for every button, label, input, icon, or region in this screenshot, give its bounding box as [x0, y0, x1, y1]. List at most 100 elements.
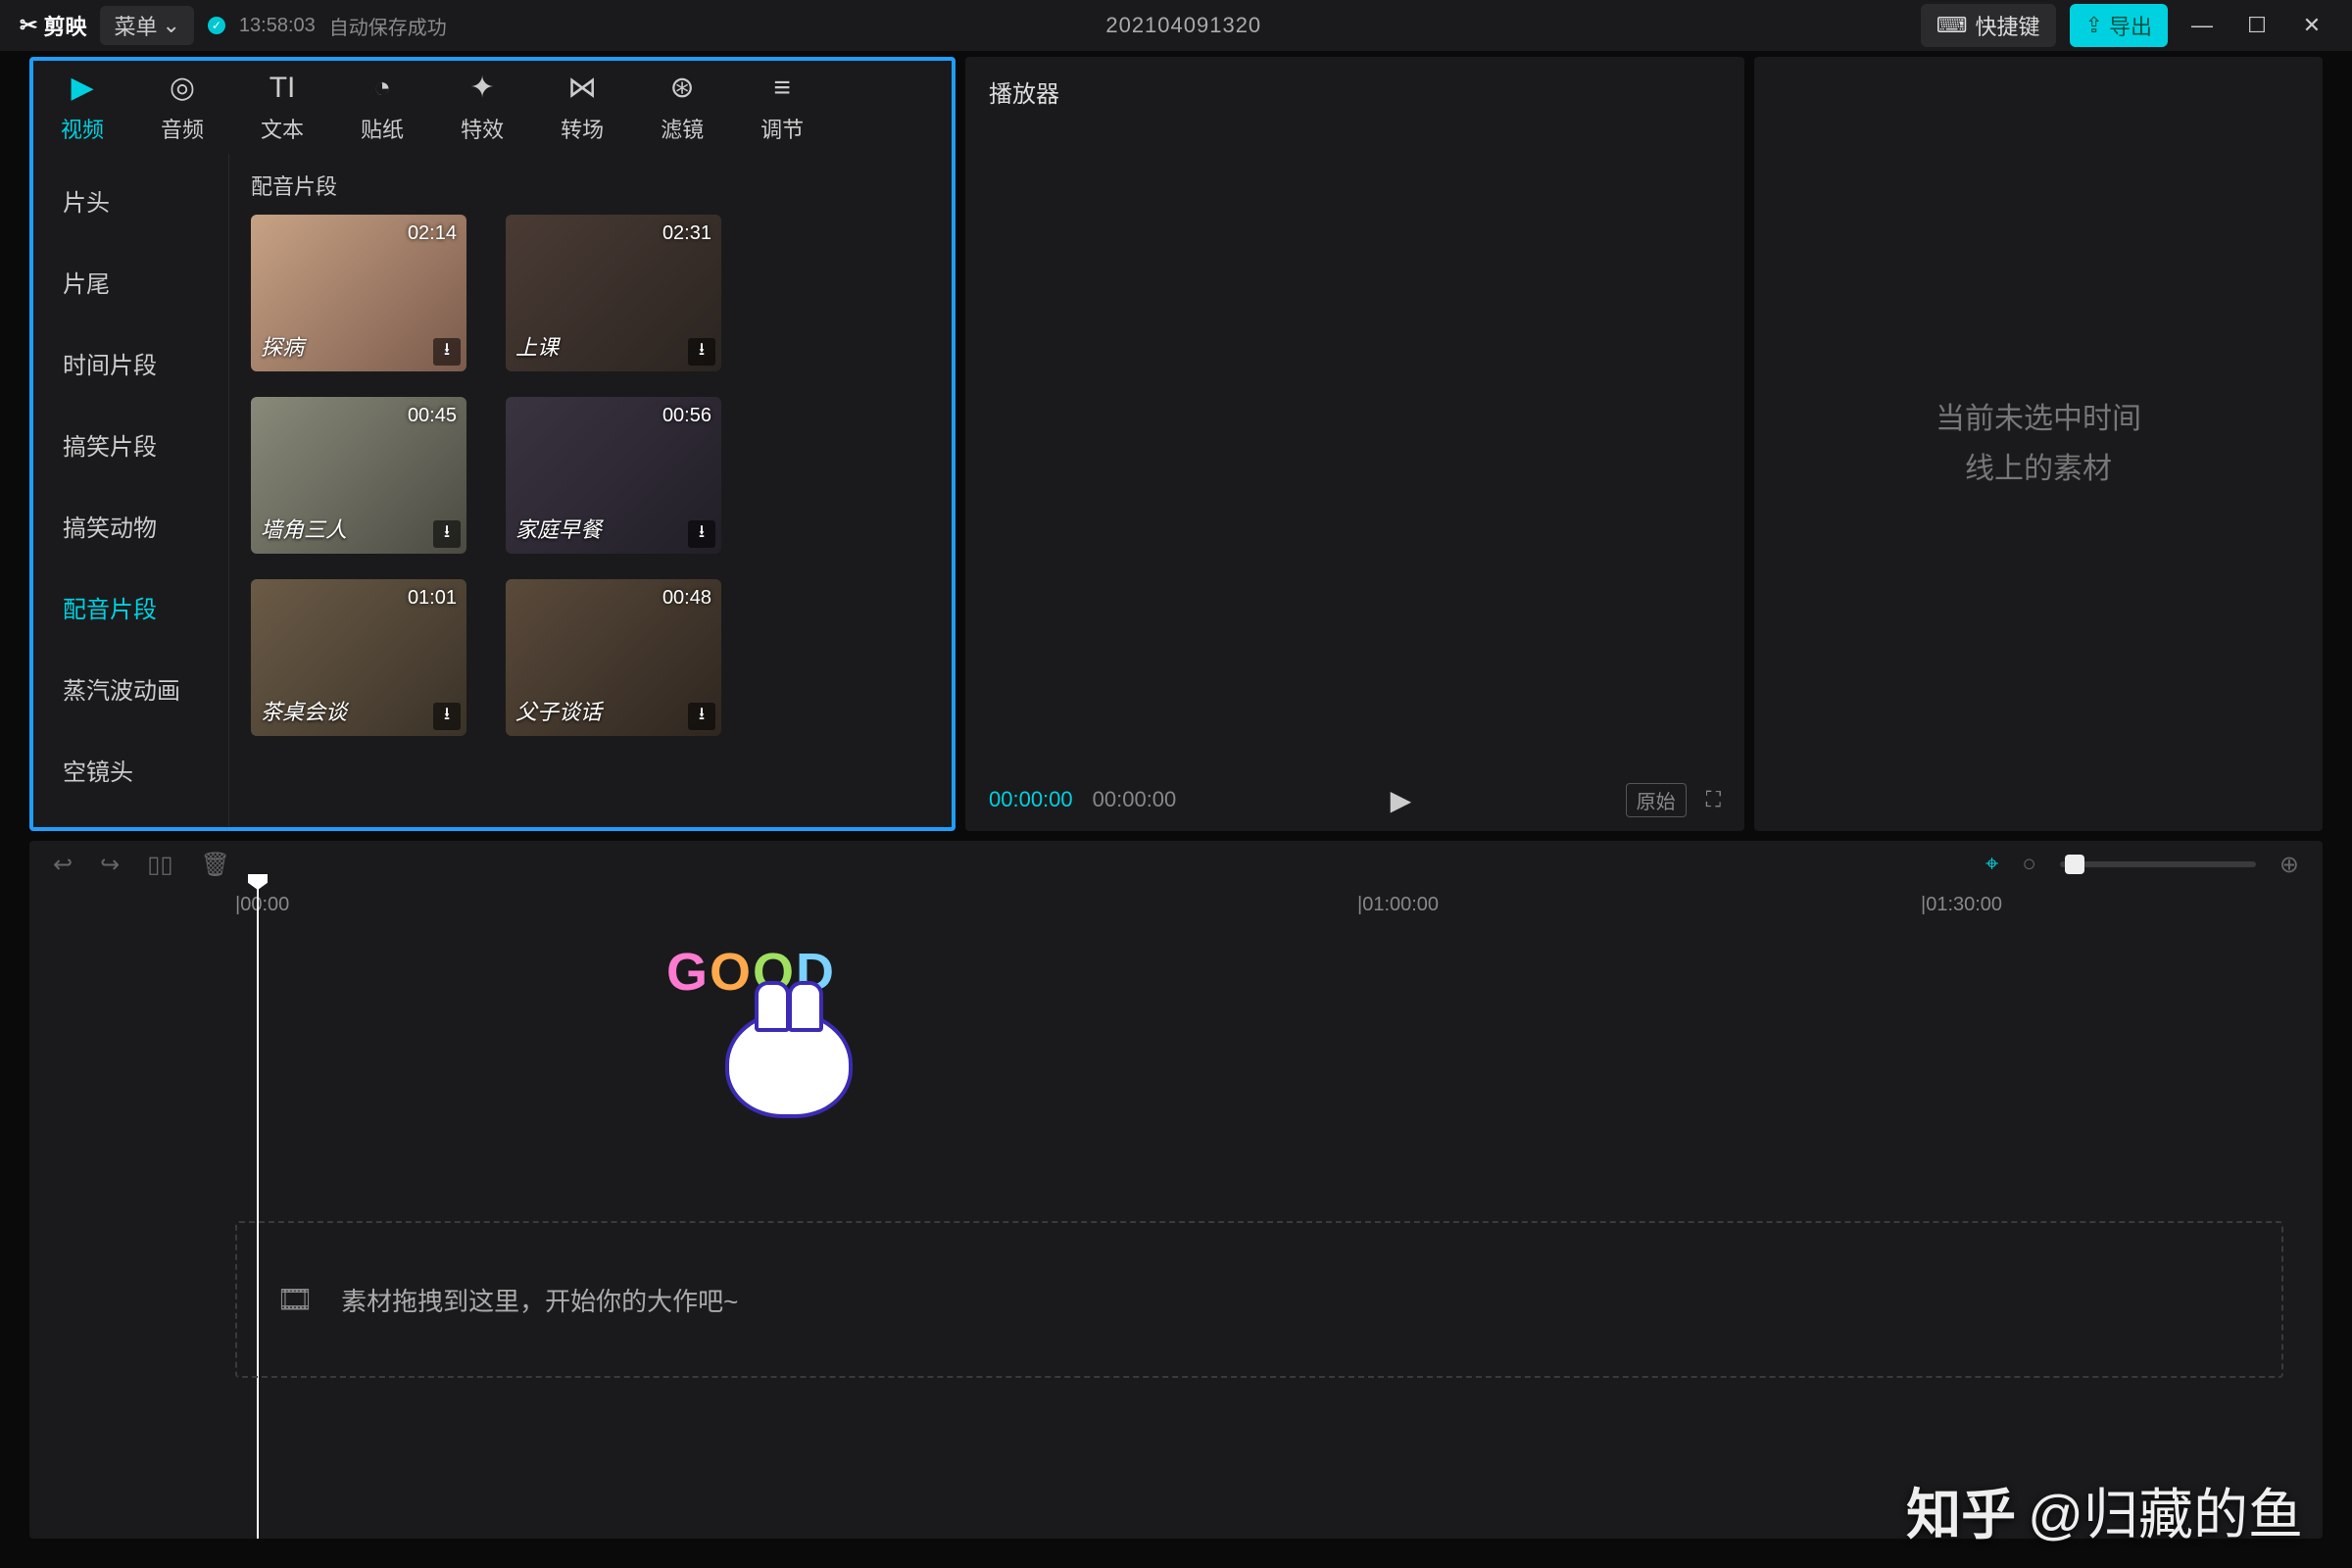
time-current: 00:00:00 — [989, 787, 1073, 812]
redo-button[interactable]: ↪ — [100, 851, 120, 879]
tab-label: 特效 — [461, 113, 504, 144]
media-tab-贴纸[interactable]: ◔ 贴纸 — [361, 72, 404, 144]
category-item[interactable]: 空镜头 — [33, 729, 228, 810]
download-icon[interactable]: ⭳ — [688, 520, 715, 548]
inspector-line2: 线上的素材 — [1936, 444, 2141, 494]
player-controls: 00:00:00 00:00:00 ▶ 原始 ⛶ — [965, 768, 1744, 831]
clip-name: 父子谈话 — [515, 695, 602, 726]
menu-label: 菜单 — [114, 10, 157, 41]
top-row: ▶视频 ◎ 音频 TI 文本 ◔ 贴纸 ✦ 特效 ⋈ 转场 ⊛滤镜 ≡调节 片头片尾时间片段搞笑片段搞笑… — [29, 57, 2323, 831]
zoom-in-button[interactable]: ⊕ — [2279, 851, 2299, 879]
ruler-tick: |00:00 — [235, 894, 289, 916]
tab-label: 音频 — [161, 113, 204, 144]
close-button[interactable]: ✕ — [2291, 13, 2332, 38]
clip-thumbnail[interactable]: 00:45墙角三人⭳ — [251, 397, 466, 554]
category-item[interactable]: 搞笑动物 — [33, 485, 228, 566]
inspector-line1: 当前未选中时间 — [1936, 394, 2141, 444]
save-time: 13:58:03 — [239, 15, 316, 37]
zoom-out-button[interactable]: ○ — [2022, 851, 2036, 878]
media-tab-文本[interactable]: TI 文本 — [261, 72, 304, 144]
zoom-slider[interactable] — [2060, 861, 2256, 867]
titlebar: ✂ 剪映 菜单 ⌄ ✓ 13:58:03 自动保存成功 202104091320… — [0, 0, 2352, 51]
timeline-panel: ↩ ↪ ▯▯ 🗑 ⌖ ○ ⊕ |00:00|01:00:00|01:30:00 … — [29, 841, 2323, 1539]
clip-thumbnail[interactable]: 00:56 家庭早餐 ⭳ — [506, 397, 721, 554]
drop-hint: 素材拖拽到这里，开始你的大作吧~ — [341, 1282, 738, 1318]
save-message: 自动保存成功 — [329, 12, 447, 40]
clip-name: 探病 — [261, 330, 304, 362]
category-list: 片头片尾时间片段搞笑片段搞笑动物配音片段蒸汽波动画空镜头 — [33, 154, 229, 827]
tab-icon: TI — [270, 72, 296, 105]
bunny-icon — [725, 1010, 853, 1118]
clip-thumbnail[interactable]: 00:48 父子谈话 ⭳ — [506, 579, 721, 736]
tab-label: 文本 — [261, 113, 304, 144]
category-item[interactable]: 时间片段 — [33, 322, 228, 404]
split-button[interactable]: ▯▯ — [147, 851, 172, 879]
watermark: 知乎 @归藏的鱼 — [1906, 1471, 2303, 1550]
watermark-author: @归藏的鱼 — [2028, 1471, 2303, 1550]
project-title: 202104091320 — [461, 13, 1907, 38]
clip-thumbnail[interactable]: 02:14 探病 ⭳ — [251, 215, 466, 371]
download-icon[interactable]: ⭳ — [433, 520, 461, 548]
app-name: 剪映 — [43, 10, 86, 41]
clip-duration: 00:56 — [662, 405, 711, 427]
category-item[interactable]: 配音片段 — [33, 566, 228, 648]
minimize-button[interactable]: — — [2181, 13, 2223, 38]
tab-icon: ◎ — [170, 72, 195, 105]
media-tab-特效[interactable]: ✦ 特效 — [461, 72, 504, 144]
category-item[interactable]: 片头 — [33, 160, 228, 241]
tab-icon: ✦ — [470, 72, 495, 105]
clip-duration: 00:48 — [662, 587, 711, 610]
inspector-empty-message: 当前未选中时间 线上的素材 — [1936, 394, 2141, 494]
film-icon: 🎞 — [276, 1283, 314, 1317]
download-icon[interactable]: ⭳ — [433, 338, 461, 366]
media-tab-音频[interactable]: ◎ 音频 — [161, 72, 204, 144]
shortcut-label: 快捷键 — [1976, 10, 2040, 41]
tracks-area[interactable]: GOOD 🎞 素材拖拽到这里，开始你的大作吧~ — [29, 927, 2323, 1539]
export-button[interactable]: ⇪ 导出 — [2070, 4, 2168, 47]
tab-icon: ◔ — [373, 72, 391, 105]
download-icon[interactable]: ⭳ — [433, 703, 461, 730]
category-item[interactable]: 片尾 — [33, 241, 228, 322]
ruler-tick: |01:30:00 — [1921, 894, 2002, 916]
maximize-button[interactable]: ☐ — [2236, 13, 2278, 38]
ruler-tick: |01:00:00 — [1357, 894, 1439, 916]
player-panel: 播放器 00:00:00 00:00:00 ▶ 原始 ⛶ — [965, 57, 1744, 831]
keyboard-icon: ⌨ — [1936, 13, 1968, 38]
category-item[interactable]: 蒸汽波动画 — [33, 648, 228, 729]
player-viewport[interactable] — [965, 125, 1744, 768]
export-icon: ⇪ — [2085, 13, 2103, 38]
media-tab-滤镜[interactable]: ⊛滤镜 — [661, 72, 704, 144]
clip-thumbnail[interactable]: 01:01茶桌会谈⭳ — [251, 579, 466, 736]
clip-duration: 02:31 — [662, 222, 711, 245]
media-tab-调节[interactable]: ≡调节 — [760, 72, 804, 144]
fullscreen-button[interactable]: ⛶ — [1706, 787, 1721, 812]
drop-track[interactable]: 🎞 素材拖拽到这里，开始你的大作吧~ — [235, 1221, 2283, 1378]
workspace: ▶视频 ◎ 音频 TI 文本 ◔ 贴纸 ✦ 特效 ⋈ 转场 ⊛滤镜 ≡调节 片头片尾时间片段搞笑片段搞笑… — [0, 51, 2352, 1568]
ratio-original-button[interactable]: 原始 — [1626, 783, 1687, 817]
clip-section-title: 配音片段 — [251, 170, 930, 201]
media-tab-转场[interactable]: ⋈ 转场 — [561, 72, 604, 144]
time-ruler[interactable]: |00:00 |01:00:00 |01:30:00 — [29, 888, 2323, 927]
zoom-knob[interactable] — [2065, 855, 2084, 874]
category-item[interactable]: 搞笑片段 — [33, 404, 228, 485]
magnet-button[interactable]: ⌖ — [1985, 851, 1999, 878]
shortcut-button[interactable]: ⌨ 快捷键 — [1921, 4, 2056, 47]
menu-button[interactable]: 菜单 ⌄ — [100, 6, 193, 45]
play-button[interactable]: ▶ — [1391, 784, 1412, 816]
tab-label: 贴纸 — [361, 113, 404, 144]
good-sticker[interactable]: GOOD — [666, 942, 911, 1138]
clip-thumbnail[interactable]: 02:31 上课 ⭳ — [506, 215, 721, 371]
media-tab-视频[interactable]: ▶视频 — [61, 72, 104, 144]
clip-duration: 01:01 — [408, 587, 457, 610]
clip-name: 上课 — [515, 330, 559, 362]
download-icon[interactable]: ⭳ — [688, 338, 715, 366]
download-icon[interactable]: ⭳ — [688, 703, 715, 730]
clip-name: 家庭早餐 — [515, 513, 602, 544]
undo-button[interactable]: ↩ — [53, 851, 73, 879]
tab-label: 转场 — [561, 113, 604, 144]
watermark-brand: 知乎 — [1906, 1471, 2016, 1550]
tab-icon: ⋈ — [567, 72, 597, 105]
clip-duration: 02:14 — [408, 222, 457, 245]
delete-button[interactable]: 🗑 — [201, 851, 230, 879]
media-body: 片头片尾时间片段搞笑片段搞笑动物配音片段蒸汽波动画空镜头 配音片段 02:14探… — [33, 154, 952, 827]
